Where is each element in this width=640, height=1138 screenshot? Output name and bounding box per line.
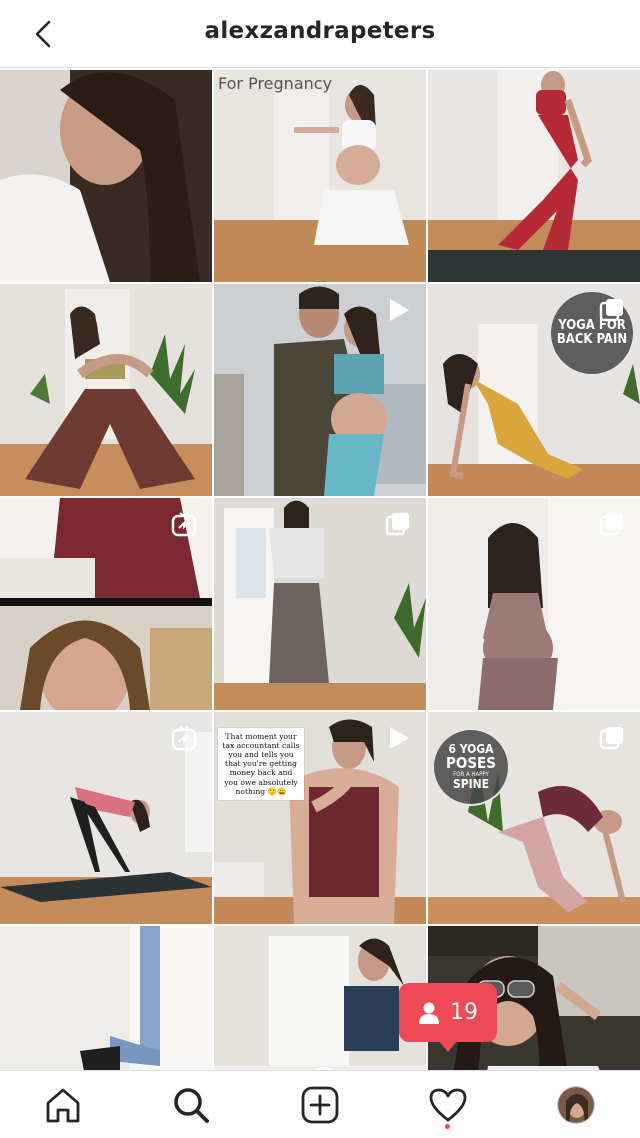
- nav-search[interactable]: [169, 1083, 213, 1127]
- nav-profile[interactable]: [554, 1083, 598, 1127]
- meme-caption: That moment your tax accountant calls yo…: [218, 728, 304, 800]
- activity-heart-icon: [429, 1088, 467, 1122]
- post-tile[interactable]: [428, 498, 640, 710]
- post-image: [0, 70, 212, 282]
- carousel-icon: [599, 299, 623, 322]
- carousel-icon: [599, 727, 623, 750]
- post-image: [428, 70, 640, 282]
- top-bar: alexzandrapeters: [0, 0, 640, 68]
- igtv-icon: [171, 726, 197, 751]
- post-tile[interactable]: 6 YOGA POSES FOR A HAPPY SPINE: [428, 712, 640, 924]
- post-tile[interactable]: [214, 284, 426, 496]
- post-tile[interactable]: [214, 498, 426, 710]
- post-tile[interactable]: That moment your tax accountant calls yo…: [214, 712, 426, 924]
- carousel-icon: [599, 513, 623, 536]
- bottom-navigation: [0, 1070, 640, 1138]
- igtv-icon: [171, 512, 197, 537]
- nav-new-post[interactable]: [298, 1083, 342, 1127]
- post-image: [214, 70, 426, 282]
- yoga-poses-badge: 6 YOGA POSES FOR A HAPPY SPINE: [432, 728, 510, 806]
- post-tile[interactable]: [0, 712, 212, 924]
- nav-activity[interactable]: [426, 1083, 470, 1127]
- new-followers-notification[interactable]: 19: [399, 983, 497, 1052]
- home-icon: [46, 1088, 80, 1123]
- nav-home[interactable]: [41, 1083, 85, 1127]
- badge-line: SPINE: [452, 777, 490, 792]
- post-grid: For Pregnancy YOGA FOR BACK PAIN That mo…: [0, 70, 640, 1138]
- video-icon: [390, 299, 409, 321]
- post-tile[interactable]: [0, 498, 212, 710]
- carousel-icon: [385, 513, 409, 536]
- post-tile[interactable]: For Pregnancy: [214, 70, 426, 282]
- search-icon: [174, 1088, 209, 1123]
- new-post-icon: [301, 1086, 339, 1124]
- post-caption-overlay: For Pregnancy: [218, 74, 333, 93]
- post-tile[interactable]: [428, 70, 640, 282]
- profile-username: alexzandrapeters: [204, 18, 436, 44]
- user-icon: [419, 1002, 439, 1024]
- profile-avatar: [557, 1086, 595, 1124]
- activity-indicator-dot: [445, 1124, 450, 1129]
- post-tile[interactable]: [0, 284, 212, 496]
- post-tile[interactable]: YOGA FOR BACK PAIN: [428, 284, 640, 496]
- badge-line: POSES: [445, 753, 497, 772]
- post-image: [0, 284, 212, 496]
- video-icon: [390, 727, 409, 749]
- badge-line: BACK PAIN: [556, 332, 628, 347]
- post-tile[interactable]: [0, 70, 212, 282]
- notification-count: 19: [450, 1000, 478, 1025]
